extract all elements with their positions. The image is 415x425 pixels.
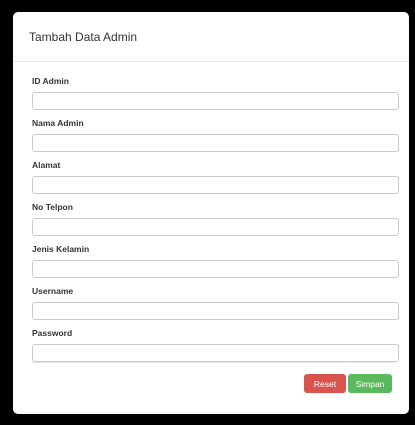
password-input[interactable] bbox=[32, 344, 399, 362]
alamat-label: Alamat bbox=[32, 160, 61, 170]
nama-admin-input[interactable] bbox=[32, 134, 399, 152]
modal-title: Tambah Data Admin bbox=[29, 29, 138, 44]
jenis-kelamin-label: Jenis Kelamin bbox=[32, 244, 90, 254]
modal-footer: Reset Simpan bbox=[32, 362, 395, 402]
form-group-nama-admin: Nama Admin bbox=[32, 116, 399, 158]
no-telpon-label: No Telpon bbox=[32, 202, 73, 212]
form-group-alamat: Alamat bbox=[32, 158, 399, 200]
form-group-id-admin: ID Admin bbox=[32, 74, 399, 116]
modal-body: ID Admin Nama Admin Alamat No Telpon Jen… bbox=[13, 62, 409, 368]
id-admin-input[interactable] bbox=[32, 92, 399, 110]
form-group-no-telpon: No Telpon bbox=[32, 200, 399, 242]
modal-header: Tambah Data Admin bbox=[13, 12, 409, 62]
password-label: Password bbox=[32, 328, 73, 338]
username-label: Username bbox=[32, 286, 74, 296]
add-admin-modal: Tambah Data Admin ID Admin Nama Admin Al… bbox=[13, 12, 409, 414]
simpan-button[interactable]: Simpan bbox=[348, 374, 392, 393]
form-group-username: Username bbox=[32, 284, 399, 326]
alamat-input[interactable] bbox=[32, 176, 399, 194]
jenis-kelamin-input[interactable] bbox=[32, 260, 399, 278]
username-input[interactable] bbox=[32, 302, 399, 320]
no-telpon-input[interactable] bbox=[32, 218, 399, 236]
nama-admin-label: Nama Admin bbox=[32, 118, 84, 128]
id-admin-label: ID Admin bbox=[32, 76, 69, 86]
form-group-jenis-kelamin: Jenis Kelamin bbox=[32, 242, 399, 284]
reset-button[interactable]: Reset bbox=[304, 374, 346, 393]
